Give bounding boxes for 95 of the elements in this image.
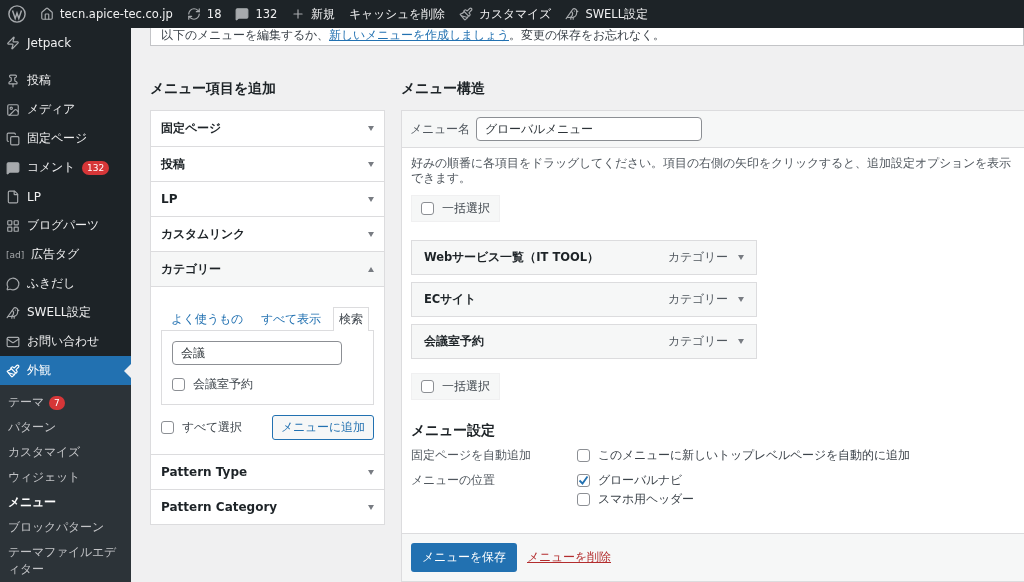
checkbox[interactable]: [421, 380, 434, 393]
setting-label: メニューの位置: [411, 473, 496, 489]
file-icon: [6, 189, 20, 204]
ad-label: [ad]: [6, 249, 25, 260]
bird-icon: [565, 7, 580, 21]
checkbox[interactable]: [172, 378, 185, 391]
tab[interactable]: よく使うもの: [165, 307, 249, 331]
paintbrush-icon: [459, 7, 474, 21]
submenu-item[interactable]: カスタマイズ: [0, 440, 131, 465]
expand-arrow-icon: [368, 504, 374, 510]
expand-arrow-icon: [368, 469, 374, 475]
collapse-arrow-icon: [368, 266, 374, 272]
search-field[interactable]: 会議: [172, 341, 342, 365]
sidebar-item[interactable]: [ad] 広告タグ: [0, 240, 131, 269]
sidebar-item[interactable]: LP: [0, 182, 131, 211]
checkbox-label: スマホ用ヘッダー: [598, 492, 694, 507]
sidebar-item[interactable]: 固定ページ: [0, 124, 131, 153]
setting-label: 固定ページを自動追加: [411, 448, 532, 463]
expand-arrow-icon[interactable]: [738, 339, 744, 344]
expand-arrow-icon: [368, 196, 374, 202]
checkbox[interactable]: [577, 493, 590, 506]
checkbox[interactable]: [577, 474, 590, 487]
menu-item[interactable]: ECサイト カテゴリー: [411, 282, 757, 317]
sidebar-item[interactable]: コメント 132: [0, 153, 131, 182]
wordpress-logo-icon[interactable]: [8, 5, 26, 23]
field-label: メニュー名: [410, 121, 470, 137]
grid-icon: [6, 218, 20, 233]
checkbox-label: 会議室予約: [193, 377, 253, 392]
admin-bar-link[interactable]: 132: [255, 7, 278, 21]
notice-text: 以下のメニューを編集するか、新しいメニューを作成しましょう。変更の保存をお忘れなく。: [161, 28, 665, 42]
create-menu-link[interactable]: 新しいメニューを作成しましょう: [329, 28, 509, 42]
settings-title: メニュー設定: [411, 422, 496, 440]
tab[interactable]: 検索: [333, 307, 369, 331]
sidebar-item[interactable]: ブログパーツ: [0, 211, 131, 240]
checkbox-label: グローバルナビ: [598, 473, 682, 488]
pin-icon: [6, 73, 20, 88]
sidebar-item[interactable]: お問い合わせ: [0, 327, 131, 356]
item-type: カテゴリー: [668, 292, 728, 307]
comment-icon: [6, 160, 20, 175]
submenu-item[interactable]: メニュー: [0, 490, 131, 515]
checkbox[interactable]: [421, 202, 434, 215]
bird-icon: [6, 305, 20, 320]
expand-arrow-icon: [368, 161, 374, 167]
expand-arrow-icon: [368, 126, 374, 131]
menu-item[interactable]: Webサービス一覧（IT TOOL） カテゴリー: [411, 240, 757, 275]
admin-bar-link[interactable]: SWELL設定: [585, 6, 649, 22]
bulk-select-control[interactable]: 一括選択: [411, 195, 500, 222]
submenu-item[interactable]: テーマ 7: [0, 390, 131, 415]
submenu-item[interactable]: パターン: [0, 415, 131, 440]
expand-arrow-icon[interactable]: [738, 255, 744, 260]
checkbox[interactable]: [577, 449, 590, 462]
section-title: メニュー項目を追加: [150, 80, 277, 98]
sidebar-item[interactable]: SWELL設定: [0, 298, 131, 327]
home-icon: [40, 7, 54, 21]
speech-bubble-icon: [6, 276, 20, 291]
section-title: メニュー構造: [401, 80, 486, 98]
comment-icon: [235, 7, 250, 21]
instructions-text: 好みの順番に各項目をドラッグしてください。項目の右側の矢印をクリックすると、追加設定オプションを表示できます。: [411, 156, 1012, 186]
tab[interactable]: すべて表示: [255, 307, 327, 331]
accordion-header[interactable]: カテゴリー: [151, 251, 384, 286]
delete-menu-link[interactable]: メニューを削除: [527, 550, 611, 565]
sidebar-item[interactable]: Jetpack: [0, 28, 131, 57]
expand-arrow-icon[interactable]: [738, 297, 744, 302]
count-badge: 7: [49, 395, 65, 410]
media-icon: [6, 102, 20, 117]
checkbox-label: このメニューに新しいトップレベルページを自動的に追加: [598, 448, 910, 463]
checkbox[interactable]: [161, 421, 174, 434]
admin-bar-link[interactable]: カスタマイズ: [479, 6, 552, 22]
checkbox-label: すべて選択: [182, 420, 242, 435]
sidebar-item[interactable]: 外観: [0, 356, 131, 385]
bolt-icon: [6, 35, 20, 50]
item-type: カテゴリー: [668, 250, 728, 265]
bulk-select-control[interactable]: 一括選択: [411, 373, 500, 400]
menu-name-field[interactable]: グローバルメニュー: [476, 117, 702, 141]
sidebar-item[interactable]: メディア: [0, 95, 131, 124]
admin-bar-link[interactable]: キャッシュを削除: [349, 6, 446, 22]
pages-icon: [6, 131, 20, 146]
plus-icon: [291, 7, 306, 21]
count-badge: 132: [82, 160, 110, 175]
item-type: カテゴリー: [668, 334, 728, 349]
sidebar-item[interactable]: ふきだし: [0, 269, 131, 298]
submenu-item[interactable]: ウィジェット: [0, 465, 131, 490]
submenu-item[interactable]: ブロックパターン: [0, 515, 131, 540]
admin-bar-link[interactable]: 18: [206, 7, 222, 21]
menu-item[interactable]: 会議室予約 カテゴリー: [411, 324, 757, 359]
sidebar-item[interactable]: 投稿: [0, 66, 131, 95]
mail-icon: [6, 334, 20, 349]
save-menu-button[interactable]: メニューを保存: [411, 543, 517, 572]
refresh-icon: [186, 7, 201, 21]
expand-arrow-icon: [368, 231, 374, 237]
submenu-item[interactable]: テーマファイルエディター: [0, 540, 131, 582]
paintbrush-icon: [6, 363, 20, 378]
admin-bar-link[interactable]: 新規: [311, 6, 336, 22]
admin-bar-link[interactable]: tecn.apice-tec.co.jp: [60, 7, 173, 21]
add-to-menu-button[interactable]: メニューに追加: [272, 415, 374, 440]
